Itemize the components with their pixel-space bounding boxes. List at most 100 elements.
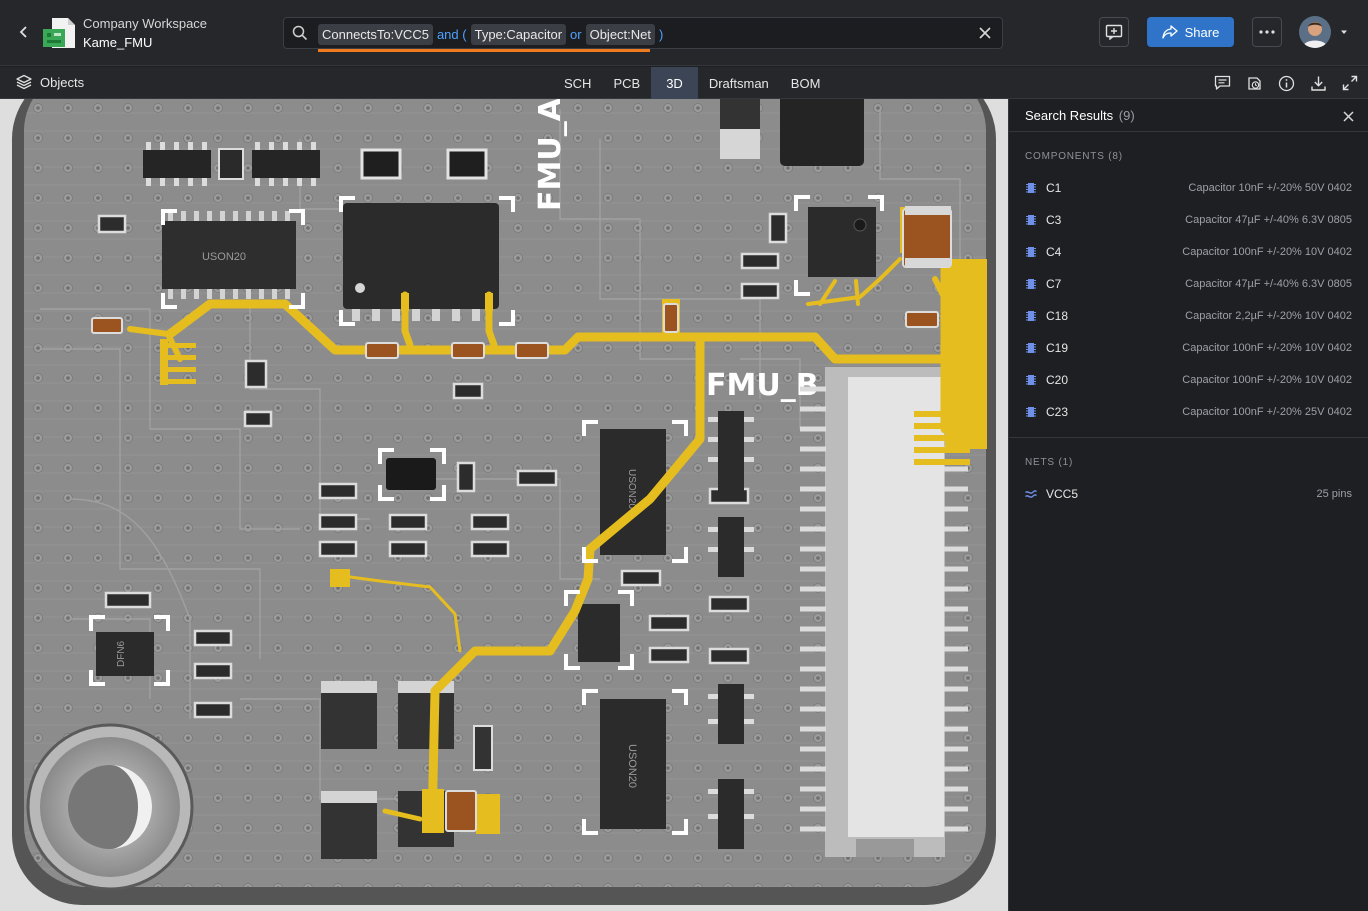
chip-label: USON20 — [626, 744, 638, 788]
result-description: Capacitor 100nF +/-20% 25V 0402 — [1182, 406, 1352, 418]
fullscreen-button[interactable] — [1340, 73, 1360, 93]
comment-plus-icon — [1105, 24, 1123, 40]
results-title: Search Results (9) — [1025, 108, 1135, 123]
component-result-row[interactable]: C18 Capacitor 2,2µF +/-20% 10V 0402 — [1009, 300, 1368, 332]
result-description: Capacitor 47µF +/-40% 6.3V 0805 — [1185, 214, 1352, 226]
net-icon — [1025, 490, 1037, 498]
back-button[interactable] — [12, 20, 36, 44]
results-header: Search Results (9) — [1009, 99, 1368, 132]
search-bar[interactable]: ConnectsTo:VCC5 and ( Type:Capacitor or … — [283, 17, 1003, 52]
share-label: Share — [1184, 24, 1220, 40]
result-name: C3 — [1046, 213, 1062, 227]
tab-3d[interactable]: 3D — [651, 67, 698, 99]
component-icon — [1026, 279, 1036, 289]
nets-list: VCC5 25 pins — [1009, 478, 1368, 510]
tab-draftsman[interactable]: Draftsman — [698, 67, 780, 99]
chip-uson20-c[interactable]: USON20 — [600, 699, 666, 829]
result-description: Capacitor 100nF +/-20% 10V 0402 — [1182, 342, 1352, 354]
tab-pcb[interactable]: PCB — [602, 67, 651, 99]
chip-label: USON20 — [626, 469, 637, 509]
layers-icon — [16, 74, 32, 90]
components-list: C1 Capacitor 10nF +/-20% 50V 0402 C3 Capaci… — [1009, 172, 1368, 428]
component-icon — [1026, 215, 1036, 225]
chip-dfn6[interactable]: DFN6 — [96, 632, 154, 676]
chip-uson20-a[interactable]: USON20 — [162, 211, 296, 299]
query-operator: ) — [659, 26, 664, 42]
search-results-panel: Search Results (9) COMPONENTS (8) C1 Capa… — [1008, 99, 1368, 911]
tab-sch[interactable]: SCH — [553, 67, 602, 99]
pcb-board-render[interactable]: USON20 FMU_A FMU_B USON20 USON20 DFN6 — [0, 99, 1008, 911]
project-name: Kame_FMU — [83, 35, 153, 50]
query-chip[interactable]: ConnectsTo:VCC5 — [318, 23, 433, 45]
result-description: Capacitor 100nF +/-20% 10V 0402 — [1182, 374, 1352, 386]
chip-regulator[interactable] — [343, 203, 499, 321]
expand-icon — [1342, 75, 1358, 91]
component-result-row[interactable]: C20 Capacitor 100nF +/-20% 10V 0402 — [1009, 364, 1368, 396]
query-chip[interactable]: Object:Net — [585, 23, 656, 45]
comments-button[interactable] — [1212, 73, 1232, 93]
view-toolbar: Objects SCH PCB 3D Draftsman BOM — [0, 67, 1368, 99]
query-operator: or — [570, 26, 582, 42]
result-description: Capacitor 100nF +/-20% 10V 0402 — [1182, 246, 1352, 258]
share-icon — [1161, 25, 1178, 39]
view-tools — [1212, 73, 1360, 93]
results-title-text: Search Results — [1025, 108, 1114, 123]
component-result-row[interactable]: C3 Capacitor 47µF +/-40% 6.3V 0805 — [1009, 204, 1368, 236]
download-button[interactable] — [1308, 73, 1328, 93]
net-result-row[interactable]: VCC5 25 pins — [1009, 478, 1368, 510]
objects-button[interactable]: Objects — [16, 74, 84, 90]
result-description: Capacitor 10nF +/-20% 50V 0402 — [1188, 182, 1352, 194]
search-icon — [292, 25, 308, 41]
section-divider — [1009, 437, 1368, 438]
view-tabs: SCH PCB 3D Draftsman BOM — [553, 67, 831, 99]
share-button[interactable]: Share — [1147, 17, 1234, 47]
mounting-hole — [26, 723, 194, 891]
clear-search-button[interactable] — [976, 24, 994, 42]
close-icon — [1342, 110, 1354, 122]
chip-label: DFN6 — [116, 640, 127, 667]
component-result-row[interactable]: C23 Capacitor 100nF +/-20% 25V 0402 — [1009, 396, 1368, 428]
history-icon — [1247, 76, 1261, 90]
board-label-fmu-a: FMU_A — [533, 99, 568, 211]
component-icon — [1026, 343, 1036, 353]
query-operator: and ( — [436, 26, 467, 42]
component-icon — [1026, 311, 1036, 321]
query-underline — [318, 49, 650, 52]
components-section-title: COMPONENTS (8) — [1025, 151, 1123, 162]
component-result-row[interactable]: C1 Capacitor 10nF +/-20% 50V 0402 — [1009, 172, 1368, 204]
query-chip[interactable]: Type:Capacitor — [470, 23, 567, 45]
tab-bom[interactable]: BOM — [780, 67, 832, 99]
board-label-fmu-b: FMU_B — [706, 368, 819, 403]
component-icon — [1026, 247, 1036, 257]
component-result-row[interactable]: C7 Capacitor 47µF +/-40% 6.3V 0805 — [1009, 268, 1368, 300]
compare-button[interactable] — [1244, 73, 1264, 93]
info-button[interactable] — [1276, 73, 1296, 93]
component-icon — [1026, 183, 1036, 193]
result-name: C7 — [1046, 277, 1062, 291]
result-name: C18 — [1046, 309, 1069, 323]
result-name: C20 — [1046, 373, 1069, 387]
download-icon — [1310, 76, 1326, 91]
chevron-down-icon[interactable] — [1338, 26, 1350, 38]
component-result-row[interactable]: C4 Capacitor 100nF +/-20% 10V 0402 — [1009, 236, 1368, 268]
user-avatar[interactable] — [1299, 16, 1331, 48]
component-icon — [1026, 407, 1036, 417]
component-icon — [1026, 375, 1036, 385]
result-description: Capacitor 2,2µF +/-20% 10V 0402 — [1185, 310, 1352, 322]
more-options-button[interactable] — [1252, 17, 1282, 47]
component-result-row[interactable]: C19 Capacitor 100nF +/-20% 10V 0402 — [1009, 332, 1368, 364]
result-name: C19 — [1046, 341, 1069, 355]
search-query[interactable]: ConnectsTo:VCC5 and ( Type:Capacitor or … — [318, 22, 663, 46]
comments-icon — [1214, 75, 1230, 90]
result-name: C4 — [1046, 245, 1062, 259]
result-name: C1 — [1046, 181, 1062, 195]
close-icon — [979, 27, 991, 39]
result-name: C23 — [1046, 405, 1069, 419]
project-icon — [43, 18, 75, 48]
pcb-3d-viewport[interactable]: USON20 FMU_A FMU_B USON20 USON20 DFN6 — [0, 99, 1008, 911]
more-horizontal-icon — [1259, 30, 1275, 34]
close-panel-button[interactable] — [1340, 108, 1356, 124]
chip-label: USON20 — [202, 251, 246, 263]
add-comment-button[interactable] — [1099, 17, 1129, 47]
result-description: 25 pins — [1316, 488, 1352, 500]
